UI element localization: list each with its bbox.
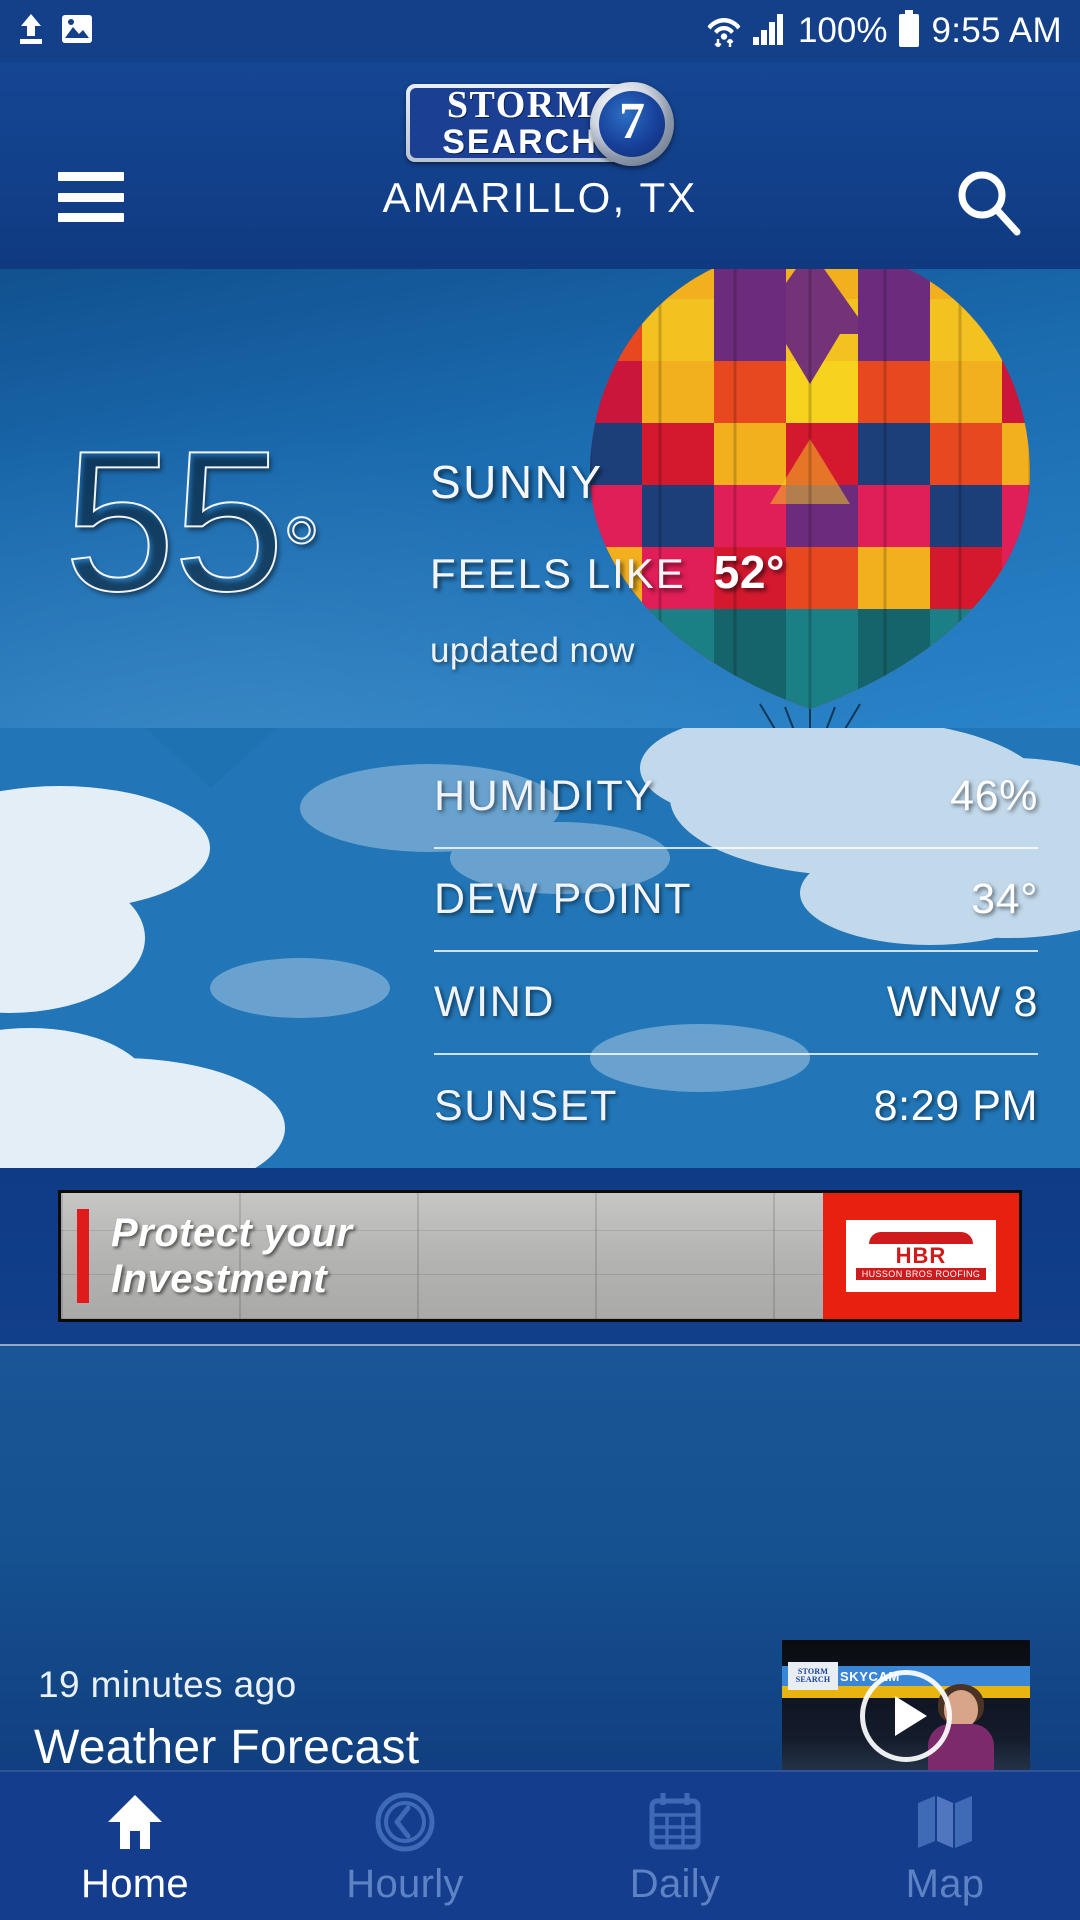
news-video-card[interactable]: 19 minutes ago Weather Forecast SKYCAM S… (0, 1344, 1080, 1780)
detail-label: DEW POINT (434, 875, 693, 923)
battery-full-icon (897, 9, 921, 53)
wifi-transfer-icon (706, 9, 742, 54)
map-icon (913, 1790, 977, 1854)
status-bar: 100% 9:55 AM (0, 0, 1080, 62)
logo-seven-badge: 7 (590, 82, 674, 166)
updated-timestamp: updated now (430, 631, 635, 670)
nav-item-daily[interactable]: Daily (540, 1770, 810, 1920)
table-row: DEW POINT 34° (434, 849, 1038, 952)
location-label: AMARILLO, TX (382, 174, 698, 221)
battery-percent-label: 100% (797, 11, 888, 50)
app-header: STORM SEARCH 7 AMARILLO, TX (0, 62, 1080, 269)
logo-search-text: SEARCH (442, 123, 598, 158)
nav-item-home[interactable]: Home (0, 1770, 270, 1920)
status-bar-clock: 9:55 AM (931, 11, 1062, 50)
cellular-signal-icon (752, 12, 788, 51)
condition-label: SUNNY (430, 456, 604, 508)
ad-brand-logo: HBR HUSSON BROS ROOFING (846, 1220, 996, 1292)
status-bar-left-icons (16, 12, 94, 51)
play-icon[interactable] (860, 1669, 952, 1762)
news-title: Weather Forecast (34, 1721, 420, 1774)
current-temperature-value: 55 (63, 410, 285, 633)
ad-headline-line1: Protect your (111, 1211, 353, 1255)
table-row: SUNSET 8:29 PM (434, 1055, 1038, 1158)
feels-like-value: 52° (713, 546, 785, 598)
detail-rows-list: HUMIDITY 46% DEW POINT 34° WIND WNW 8 SU… (434, 728, 1038, 1168)
storm-search-7-logo: STORM SEARCH 7 (406, 82, 674, 166)
logo-storm-text: STORM (446, 88, 594, 126)
ad-brand-subtitle: HUSSON BROS ROOFING (855, 1268, 987, 1280)
current-conditions-hero: 55° SUNNY FEELS LIKE 52° updated now (0, 269, 1080, 728)
upload-icon (16, 12, 46, 51)
ad-brand-panel: HBR HUSSON BROS ROOFING (823, 1193, 1019, 1319)
nav-label-daily: Daily (629, 1861, 721, 1906)
nav-label-map: Map (905, 1861, 985, 1906)
feels-like-row: FEELS LIKE 52° (430, 545, 785, 599)
ad-left-panel: Protect your Investment (61, 1193, 823, 1319)
advertisement-banner[interactable]: Protect your Investment HBR HUSSON BROS … (58, 1190, 1022, 1322)
table-row: WIND WNW 8 (434, 952, 1038, 1055)
advertisement-zone: Protect your Investment HBR HUSSON BROS … (0, 1168, 1080, 1344)
current-temperature-block: 55° (63, 410, 321, 633)
logo-seven-number: 7 (599, 91, 665, 157)
nav-label-home: Home (81, 1861, 189, 1906)
calendar-icon (643, 1790, 707, 1854)
feels-like-label: FEELS LIKE (430, 550, 686, 597)
nav-label-hourly: Hourly (346, 1861, 464, 1906)
ad-brand-initials: HBR (895, 1243, 947, 1268)
home-icon (103, 1790, 167, 1854)
news-timestamp: 19 minutes ago (38, 1664, 297, 1705)
clock-icon (373, 1790, 437, 1854)
ad-accent-bar (77, 1209, 89, 1303)
detail-value: 34° (971, 875, 1038, 923)
detail-label: WIND (434, 978, 556, 1026)
image-icon (60, 12, 94, 51)
condition-block: SUNNY FEELS LIKE 52° updated now (430, 455, 785, 671)
ad-headline-line2: Investment (111, 1257, 328, 1301)
detail-value: 46% (950, 772, 1038, 820)
thumbnail-logo-bottom: SEARCH (795, 1675, 831, 1684)
news-video-thumbnail[interactable]: SKYCAM STORM SEARCH (782, 1640, 1030, 1780)
bottom-navigation-bar: Home Hourly Daily Map (0, 1770, 1080, 1920)
detail-value: 8:29 PM (873, 1082, 1038, 1130)
current-details-panel: HUMIDITY 46% DEW POINT 34° WIND WNW 8 SU… (0, 728, 1080, 1168)
play-triangle (894, 1695, 927, 1736)
ad-headline: Protect your Investment (111, 1210, 353, 1302)
thumbnail-station-logo: STORM SEARCH (788, 1662, 838, 1690)
degree-symbol: ° (281, 498, 321, 605)
detail-value: WNW 8 (886, 978, 1038, 1026)
detail-label: HUMIDITY (434, 772, 655, 820)
detail-label: SUNSET (434, 1082, 619, 1130)
weather-app-screen: 100% 9:55 AM STORM SEARCH 7 AMARILLO, TX… (0, 0, 1080, 1920)
status-bar-right-icons: 100% 9:55 AM (706, 9, 1062, 54)
nav-item-map[interactable]: Map (810, 1770, 1080, 1920)
nav-item-hourly[interactable]: Hourly (270, 1770, 540, 1920)
table-row: HUMIDITY 46% (434, 746, 1038, 849)
